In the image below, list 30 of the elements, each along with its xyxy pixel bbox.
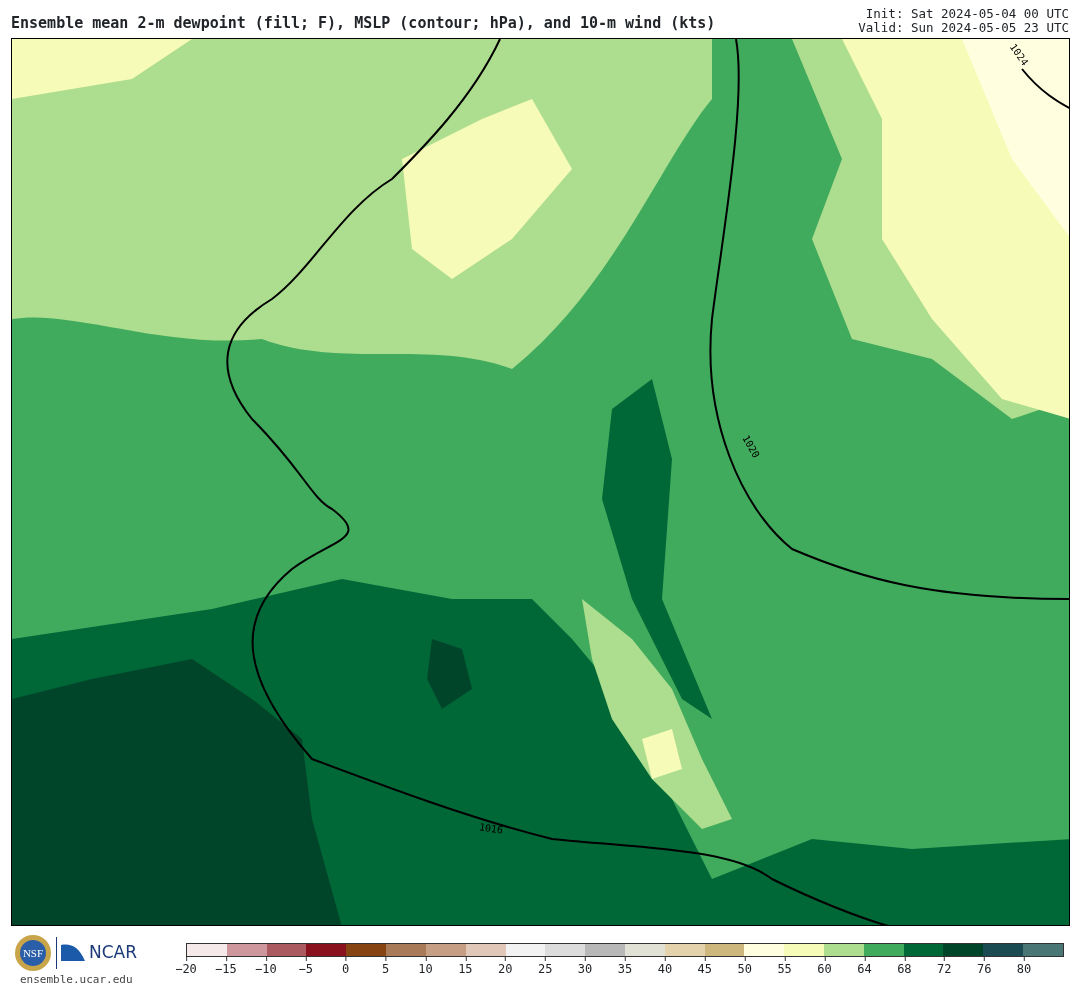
ncar-logo-text: NCAR [89, 941, 138, 965]
colorbar-tick-label: 20 [498, 957, 513, 975]
colorbar-tick-label: 72 [937, 957, 952, 975]
colorbar-tick-label: 5 [381, 957, 390, 975]
nsf-logo-text: NSF [22, 947, 44, 959]
colorbar-tick-label: 10 [418, 957, 433, 975]
colorbar-tick-label: −20 [175, 957, 197, 975]
colorbar-tick-label: 30 [577, 957, 593, 975]
colorbar-tick-label: 25 [537, 957, 553, 975]
colorbar-tick-label: 0 [342, 957, 350, 975]
website-url: ensemble.ucar.edu [20, 972, 134, 988]
colorbar-tick-label: 76 [976, 957, 992, 975]
colorbar-tick-label: 64 [857, 957, 872, 975]
plot-title: Ensemble mean 2-m dewpoint (fill; F), MSLP (contour; hPa), and 10-m wind (kts) [11, 16, 716, 34]
colorbar-tick-label: 45 [697, 957, 713, 975]
contour-label: 1016 [478, 820, 504, 838]
ncar-logo-icon [61, 943, 85, 963]
colorbar-tick-label: −15 [215, 957, 237, 975]
colorbar-tick-label: 55 [777, 957, 792, 975]
colorbar-tick-label: −5 [298, 957, 313, 975]
colorbar-tick-label: 60 [817, 957, 832, 975]
colorbar-tick-label: 80 [1016, 957, 1032, 975]
colorbar-tick-label: 15 [458, 957, 473, 975]
valid-time: Valid: Sun 2024-05-05 23 UTC [858, 21, 1069, 35]
init-time: Init: Sat 2024-05-04 00 UTC [864, 7, 1069, 21]
colorbar-tick-label: 68 [897, 957, 912, 975]
colorbar-tick-label: −10 [254, 957, 277, 975]
colorbar-tick-label: 50 [737, 957, 752, 975]
colorbar-tick-label: 35 [617, 957, 633, 975]
colorbar-tick-label: 40 [657, 957, 673, 975]
